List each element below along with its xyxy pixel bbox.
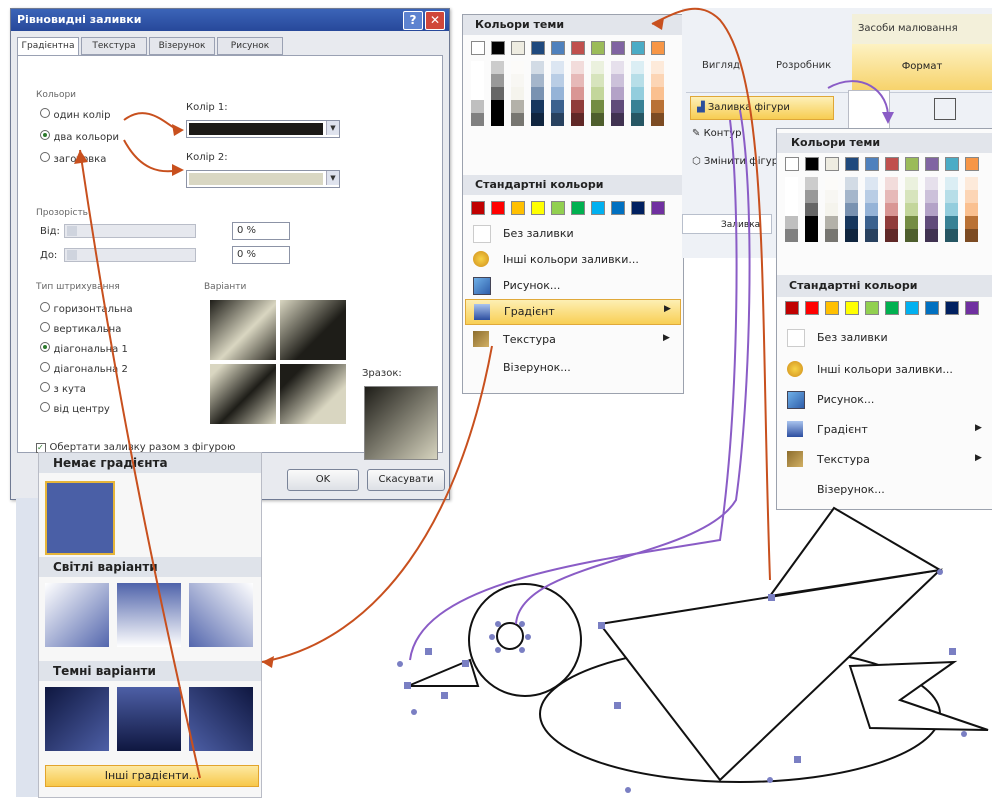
arrow-two-colors-to-color2 xyxy=(123,139,181,173)
arrow-shape-to-menu xyxy=(651,7,771,581)
arrow-eye-to-ribbon xyxy=(515,109,751,625)
arrow-gradient-to-panel xyxy=(261,345,493,663)
orange-arrowheads xyxy=(74,18,664,668)
bird-head[interactable] xyxy=(468,583,582,697)
bird-shape[interactable] xyxy=(407,506,989,783)
arrow-more-gradients-to-dialog xyxy=(79,149,201,779)
drawing-canvas xyxy=(74,7,989,793)
arrow-two-colors-to-color1 xyxy=(123,112,181,131)
arrow-beak-to-ribbon xyxy=(409,119,738,661)
arrow-fill-to-menu2 xyxy=(827,80,890,121)
bird-tail[interactable] xyxy=(848,660,989,731)
purple-arrowheads xyxy=(882,112,894,124)
